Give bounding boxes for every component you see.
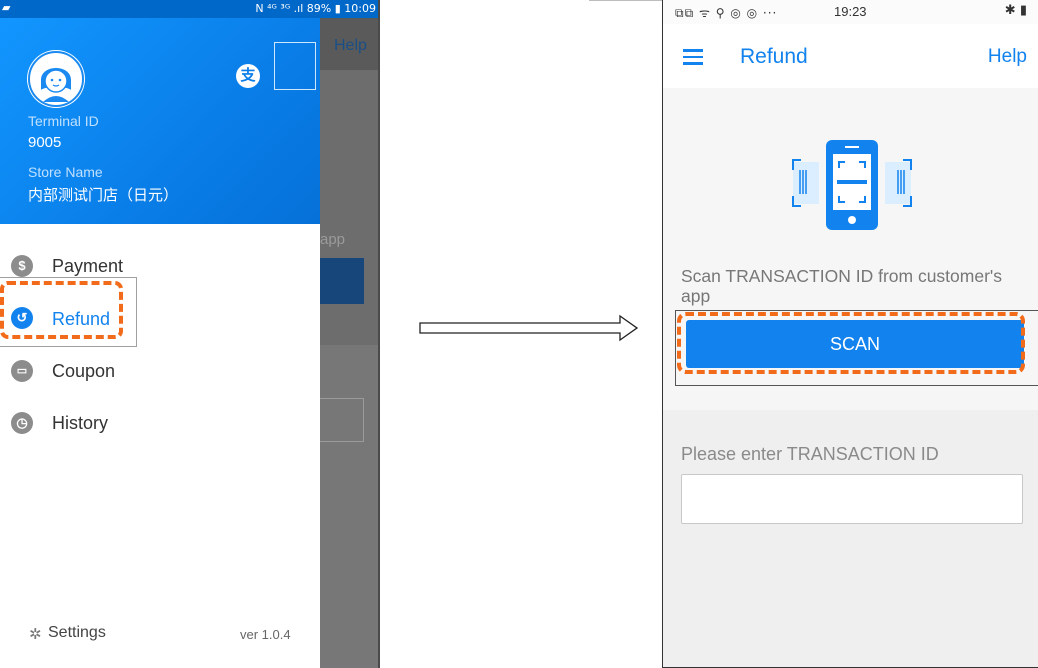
header-annotation-box <box>274 42 316 90</box>
drawer-header: 支 Terminal ID 9005 Store Name 内部测试门店（日元） <box>0 18 320 224</box>
status-time: 19:23 <box>834 4 867 19</box>
frame-line <box>589 0 663 1</box>
menu-item-payment[interactable]: Payment <box>52 256 123 277</box>
version-label: ver 1.0.4 <box>240 627 291 642</box>
transaction-id-label: Please enter TRANSACTION ID <box>681 444 939 464</box>
scan-highlight <box>677 312 1025 374</box>
scan-section: Scan TRANSACTION ID from customer's app … <box>663 88 1038 410</box>
right-phone-screen: ⧉⧉ ᯤ ⚲ ◎ ◎ ··· 19:23 ✱ ▮ Refund Help Sca… <box>662 0 1038 668</box>
coupon-icon: ▭ <box>11 360 33 382</box>
store-name-value: 内部测试门店（日元） <box>28 186 179 204</box>
refund-icon: ↺ <box>11 307 33 329</box>
status-bar: ▰ N ⁴ᴳ ³ᴳ .ıl 89% ▮ 10:09 <box>0 0 380 18</box>
left-phone-screen: Help app ▰ N ⁴ᴳ ³ᴳ .ıl 89% ▮ 10:09 支 Ter… <box>0 0 380 668</box>
background-scan-button <box>320 258 364 304</box>
hamburger-menu-icon[interactable] <box>683 49 703 69</box>
status-time: 10:09 <box>344 2 376 15</box>
manual-entry-section: Please enter TRANSACTION ID <box>663 410 1038 667</box>
alipay-icon[interactable]: 支 <box>236 64 260 88</box>
navigation-drawer: 支 Terminal ID 9005 Store Name 内部测试门店（日元）… <box>0 18 320 668</box>
notification-icons: ⧉⧉ ᯤ ⚲ ◎ ◎ ··· <box>675 6 778 20</box>
background-entry-area <box>320 345 380 668</box>
bluetooth-icon: ✱ <box>1004 3 1016 18</box>
screen-divider <box>378 0 380 668</box>
menu-item-history[interactable]: History <box>52 413 108 434</box>
help-link[interactable]: Help <box>988 46 1027 68</box>
avatar[interactable] <box>27 50 85 108</box>
terminal-id-label: Terminal ID <box>28 113 99 129</box>
battery-icon: ▮ <box>1019 3 1027 18</box>
avatar-icon <box>28 51 84 107</box>
app-toolbar: Refund Help <box>663 24 1038 89</box>
menu-item-refund[interactable]: Refund <box>52 309 110 330</box>
battery-icon: ▮ <box>334 2 341 15</box>
terminal-id-value: 9005 <box>28 134 62 151</box>
status-icons: N ⁴ᴳ ³ᴳ .ıl 89% <box>255 2 332 15</box>
status-indicators: N ⁴ᴳ ³ᴳ .ıl 89% ▮ 10:09 <box>255 2 376 15</box>
menu-item-coupon[interactable]: Coupon <box>52 361 115 382</box>
status-bar: ⧉⧉ ᯤ ⚲ ◎ ◎ ··· 19:23 ✱ ▮ <box>663 0 1038 24</box>
dollar-icon: $ <box>11 255 33 277</box>
transaction-id-input[interactable] <box>681 474 1023 524</box>
gear-icon[interactable]: ✲ <box>29 625 42 643</box>
status-right-icons: ✱ ▮ <box>1005 3 1027 18</box>
background-help-link: Help <box>334 37 367 54</box>
arrow-right-icon <box>419 314 639 342</box>
background-input <box>320 398 364 442</box>
scan-instruction: Scan TRANSACTION ID from customer's app <box>681 266 1002 306</box>
message-icon: ▰ <box>2 2 11 14</box>
phone-scan-icon <box>792 140 912 230</box>
history-icon: ◷ <box>11 412 33 434</box>
page-title: Refund <box>740 45 808 68</box>
store-name-label: Store Name <box>28 164 103 180</box>
background-app-text: app <box>320 231 346 248</box>
settings-link[interactable]: Settings <box>48 624 106 642</box>
